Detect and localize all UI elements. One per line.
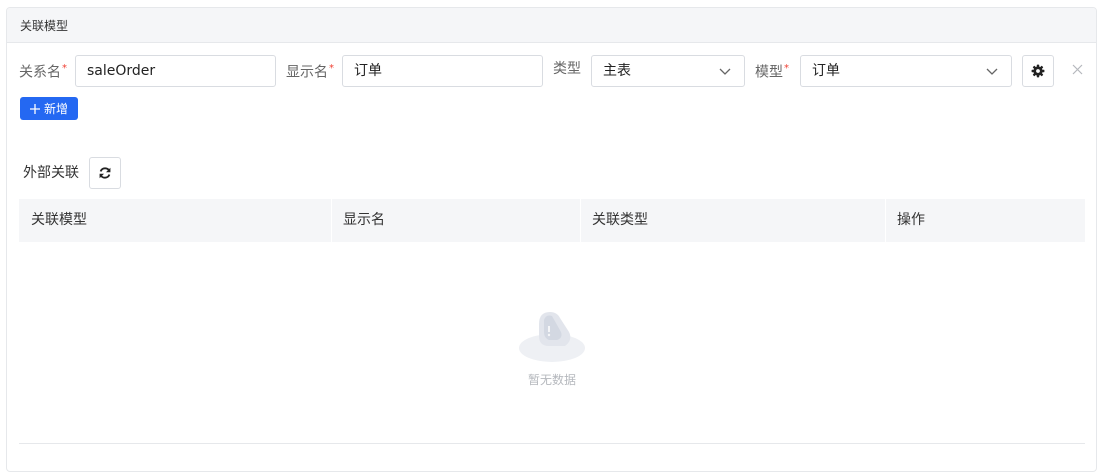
display-name-label: 显示名* xyxy=(286,63,334,81)
gear-icon xyxy=(1031,64,1045,78)
column-header: 关联类型 xyxy=(580,199,885,242)
table-header: 关联模型 显示名 关联类型 操作 xyxy=(19,199,1085,242)
empty-text: 暂无数据 xyxy=(527,373,576,387)
panel-title: 关联模型 xyxy=(7,8,1096,43)
column-header: 关联模型 xyxy=(31,212,87,228)
chevron-down-icon xyxy=(986,68,998,75)
relation-form-row: 关系名* saleOrder 显示名* 订单 类型 主表 模型* 订单 xyxy=(7,55,1096,87)
display-name-input[interactable]: 订单 xyxy=(342,55,543,87)
relation-name-label: 关系名* xyxy=(19,63,67,81)
external-relation-title: 外部关联 xyxy=(23,165,79,181)
empty-state: 暂无数据 xyxy=(19,242,1085,444)
model-label: 模型* xyxy=(755,63,789,81)
relation-name-input[interactable]: saleOrder xyxy=(75,55,276,87)
type-label: 类型 xyxy=(553,61,581,77)
refresh-button[interactable] xyxy=(89,157,121,189)
model-select-value: 订单 xyxy=(812,63,840,79)
column-header: 显示名 xyxy=(331,199,580,242)
column-header: 操作 xyxy=(885,199,1085,242)
remove-row-button[interactable] xyxy=(1069,61,1085,77)
model-select[interactable]: 订单 xyxy=(800,55,1012,87)
relation-model-panel: 关联模型 关系名* saleOrder 显示名* 订单 类型 主表 模型* 订单 xyxy=(6,7,1097,472)
type-select-value: 主表 xyxy=(603,63,631,79)
refresh-icon xyxy=(99,167,111,179)
add-button[interactable]: 新增 xyxy=(20,97,78,120)
empty-box-icon xyxy=(519,312,585,362)
external-relation-table: 关联模型 显示名 关联类型 操作 暂无数据 xyxy=(19,199,1085,444)
add-button-label: 新增 xyxy=(43,102,68,116)
plus-icon xyxy=(29,103,40,114)
type-select[interactable]: 主表 xyxy=(591,55,745,87)
close-icon xyxy=(1072,64,1082,74)
chevron-down-icon xyxy=(719,68,731,75)
settings-button[interactable] xyxy=(1022,55,1054,87)
